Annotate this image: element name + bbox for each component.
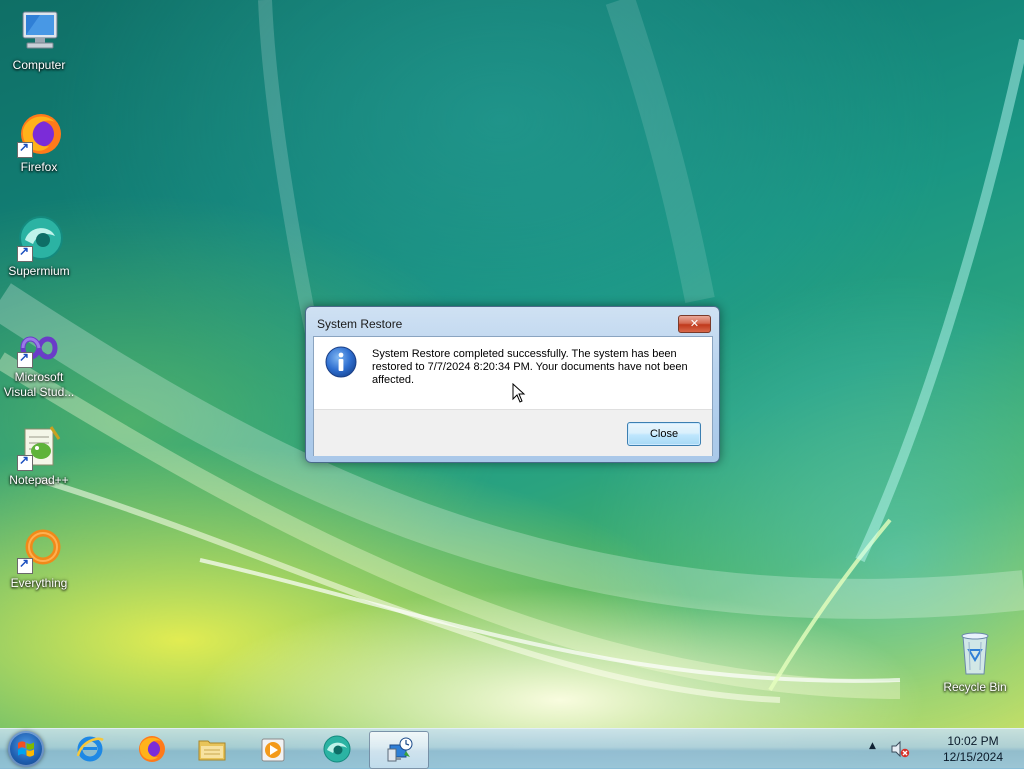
desktop-icon-label: Firefox bbox=[20, 160, 58, 174]
shortcut-arrow-icon bbox=[17, 140, 33, 158]
start-button[interactable] bbox=[8, 731, 44, 767]
visual-studio-icon bbox=[15, 328, 63, 368]
firefox-icon bbox=[15, 110, 63, 158]
dialog-close-button[interactable] bbox=[678, 315, 711, 333]
shortcut-arrow-icon bbox=[17, 350, 33, 368]
taskbar-system-restore[interactable] bbox=[369, 731, 429, 769]
system-clock[interactable]: 10:02 PM 12/15/2024 bbox=[930, 733, 1016, 765]
desktop-icon-firefox[interactable]: Firefox bbox=[1, 110, 77, 175]
desktop-icon-label: Recycle Bin bbox=[943, 680, 1007, 694]
information-icon bbox=[325, 346, 357, 378]
desktop-icon-everything[interactable]: Everything bbox=[1, 526, 77, 591]
folder-icon bbox=[198, 740, 226, 761]
windows-start-orb-icon bbox=[18, 741, 34, 757]
shortcut-arrow-icon bbox=[17, 556, 33, 574]
desktop-icon-label: Computer bbox=[12, 58, 66, 72]
desktop-icon-recycle-bin[interactable]: Recycle Bin bbox=[937, 630, 1013, 695]
supermium-icon bbox=[15, 214, 63, 262]
desktop-icon-visual-studio[interactable]: Microsoft Visual Stud... bbox=[1, 328, 77, 400]
up-arrow-icon[interactable]: ▲ bbox=[869, 741, 881, 753]
clock-time: 10:02 PM bbox=[947, 734, 999, 748]
shortcut-arrow-icon bbox=[17, 244, 33, 262]
close-button[interactable]: Close bbox=[627, 422, 701, 446]
media-player-icon bbox=[261, 738, 285, 762]
taskbar-media-player[interactable] bbox=[244, 731, 302, 767]
notepad-plus-plus-icon bbox=[15, 423, 63, 471]
taskbar-firefox[interactable] bbox=[122, 731, 180, 767]
supermium-icon bbox=[323, 735, 351, 763]
everything-search-icon bbox=[15, 526, 63, 574]
taskbar-supermium[interactable] bbox=[308, 731, 366, 767]
desktop-icon-computer[interactable]: Computer bbox=[1, 8, 77, 73]
taskbar-internet-explorer[interactable] bbox=[61, 731, 119, 767]
mouse-pointer-icon bbox=[512, 383, 526, 403]
recycle-bin-icon bbox=[951, 630, 999, 678]
desktop-icon-notepad-plus-plus[interactable]: Notepad++ bbox=[1, 423, 77, 488]
dialog-footer: Close bbox=[314, 409, 712, 456]
taskbar-file-explorer[interactable] bbox=[183, 731, 241, 767]
shortcut-arrow-icon bbox=[17, 453, 33, 471]
desktop-icon-supermium[interactable]: Supermium bbox=[1, 214, 77, 279]
volume-muted-icon[interactable] bbox=[890, 739, 910, 759]
taskbar: ▲ 10:02 PM 12/15/2024 bbox=[0, 728, 1024, 769]
system-restore-icon bbox=[387, 737, 413, 762]
clock-date: 12/15/2024 bbox=[942, 750, 1004, 764]
internet-explorer-icon bbox=[76, 736, 104, 762]
desktop-icon-label: Microsoft Visual Stud... bbox=[3, 370, 75, 399]
dialog-title: System Restore bbox=[317, 317, 403, 331]
desktop-icon-label: Notepad++ bbox=[9, 473, 69, 487]
dialog-message: System Restore completed successfully. T… bbox=[372, 348, 688, 386]
desktop-icon-label: Everything bbox=[10, 576, 68, 590]
computer-icon bbox=[15, 8, 63, 56]
firefox-icon bbox=[139, 736, 165, 762]
desktop-icon-label: Supermium bbox=[8, 264, 70, 278]
